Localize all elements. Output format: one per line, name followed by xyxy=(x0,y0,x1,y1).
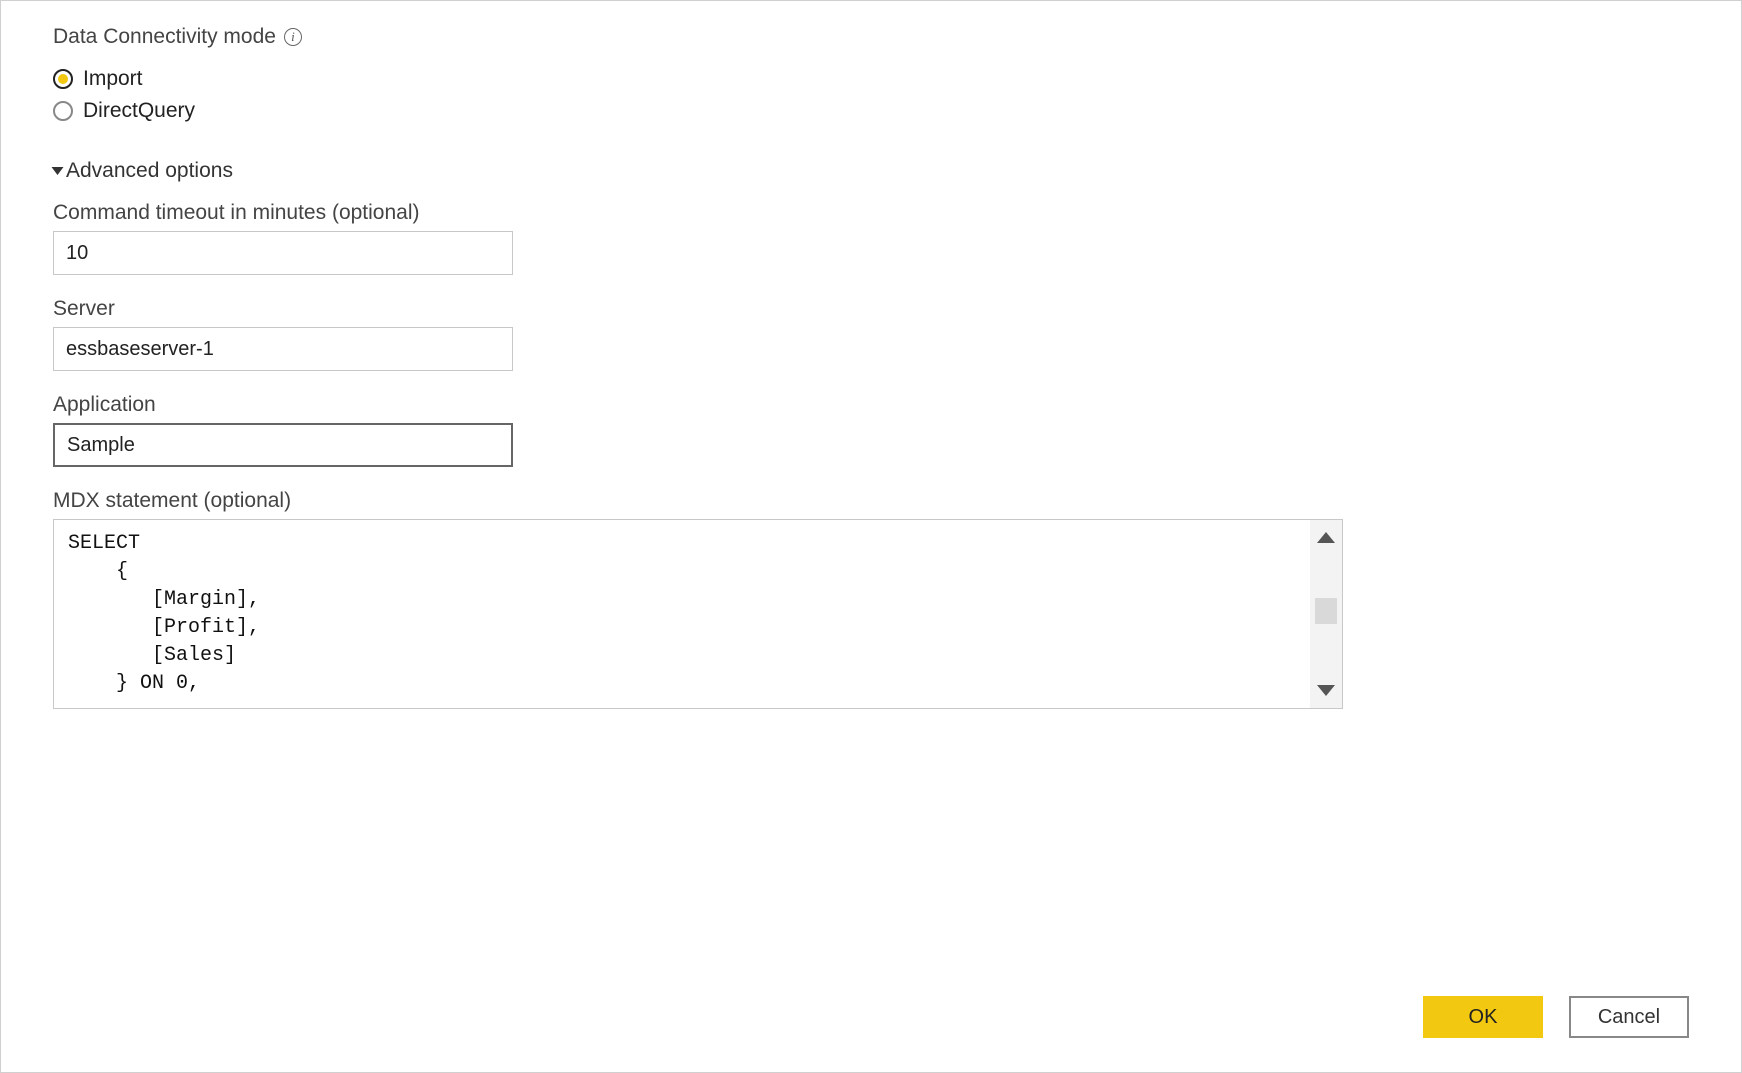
mdx-scrollbar[interactable] xyxy=(1310,520,1342,708)
radio-import[interactable]: Import xyxy=(53,67,1689,91)
info-icon[interactable]: i xyxy=(284,28,302,46)
scroll-thumb[interactable] xyxy=(1315,598,1337,624)
radio-import-indicator xyxy=(53,69,73,89)
application-input[interactable] xyxy=(53,423,513,467)
mdx-label: MDX statement (optional) xyxy=(53,489,1689,513)
timeout-label: Command timeout in minutes (optional) xyxy=(53,201,1689,225)
connectivity-mode-heading: Data Connectivity mode i xyxy=(53,25,1689,49)
radio-import-label: Import xyxy=(83,67,143,91)
ok-button[interactable]: OK xyxy=(1423,996,1543,1038)
connector-dialog: Data Connectivity mode i Import DirectQu… xyxy=(0,0,1742,1073)
connectivity-radio-group: Import DirectQuery xyxy=(53,59,1689,131)
advanced-options-toggle[interactable]: Advanced options xyxy=(53,159,1689,183)
scroll-down-icon[interactable] xyxy=(1317,685,1335,696)
cancel-button[interactable]: Cancel xyxy=(1569,996,1689,1038)
radio-directquery-label: DirectQuery xyxy=(83,99,195,123)
timeout-input[interactable] xyxy=(53,231,513,275)
radio-import-dot xyxy=(58,74,68,84)
application-label: Application xyxy=(53,393,1689,417)
mdx-statement-box xyxy=(53,519,1343,709)
connectivity-mode-label: Data Connectivity mode xyxy=(53,25,276,49)
radio-directquery-indicator xyxy=(53,101,73,121)
server-label: Server xyxy=(53,297,1689,321)
mdx-statement-input[interactable] xyxy=(54,520,1308,708)
dialog-footer: OK Cancel xyxy=(1423,996,1689,1038)
radio-directquery[interactable]: DirectQuery xyxy=(53,99,1689,123)
caret-icon xyxy=(52,167,64,175)
advanced-options-label: Advanced options xyxy=(66,159,233,183)
scroll-up-icon[interactable] xyxy=(1317,532,1335,543)
server-input[interactable] xyxy=(53,327,513,371)
